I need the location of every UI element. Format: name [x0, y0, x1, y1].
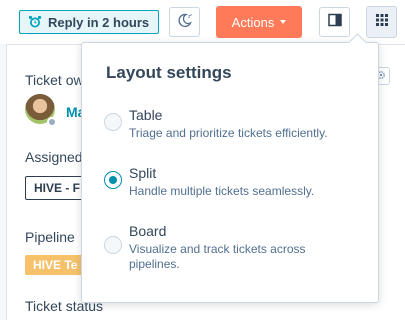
actions-dropdown-button[interactable]: Actions — [216, 6, 302, 38]
option-label: Table — [129, 107, 163, 123]
popover-title: Layout settings — [106, 63, 232, 82]
actions-label: Actions — [231, 14, 275, 30]
record-header: Reply in 2 hours zz Actions — [0, 0, 405, 44]
radio-split[interactable] — [104, 171, 122, 189]
option-label: Split — [129, 165, 157, 181]
option-description: Visualize and track tickets across pipel… — [129, 242, 306, 271]
reply-sla-text: Reply in 2 hours — [48, 14, 150, 30]
grid-apps-icon — [375, 13, 389, 32]
pipeline-label: Pipeline — [25, 229, 75, 245]
svg-text:z: z — [190, 12, 192, 17]
layout-settings-button[interactable] — [366, 6, 397, 38]
caret-down-icon — [280, 20, 287, 24]
sidebar-panel-icon — [327, 13, 342, 32]
snooze-button[interactable]: zz — [169, 7, 200, 37]
alarm-clock-icon — [28, 15, 42, 29]
pipeline-tag[interactable]: HIVE Te — [25, 255, 83, 275]
radio-board[interactable] — [104, 236, 122, 254]
snooze-moon-icon: zz — [177, 12, 193, 33]
option-description: Triage and prioritize tickets efficientl… — [129, 126, 328, 140]
option-label: Board — [129, 223, 167, 239]
assigned-team-tag[interactable]: HIVE - F — [25, 176, 83, 200]
toggle-sidebar-button[interactable] — [319, 7, 350, 37]
assigned-team-label: Assigned — [25, 149, 83, 165]
radio-table[interactable] — [104, 113, 122, 131]
ticket-owner-label: Ticket ow — [25, 72, 84, 88]
presence-status-dot — [47, 117, 57, 127]
reply-sla-badge[interactable]: Reply in 2 hours — [19, 10, 160, 34]
option-description: Handle multiple tickets seamlessly. — [129, 184, 315, 198]
